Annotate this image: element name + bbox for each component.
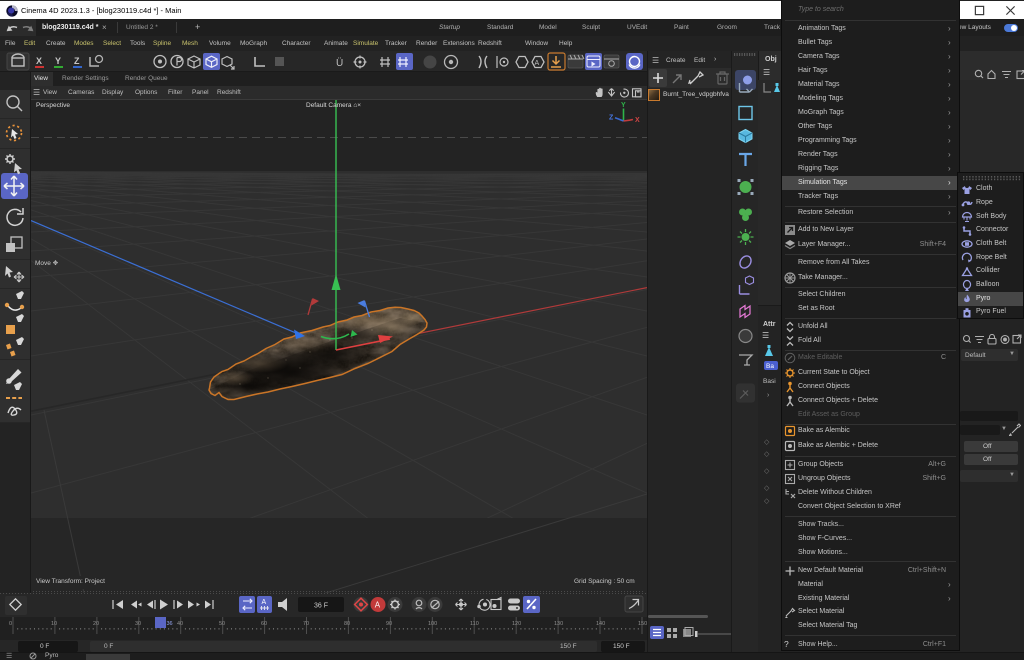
svg-text:A: A [535,60,540,67]
svg-text:20: 20 [93,621,99,627]
svg-text:150: 150 [638,621,647,627]
svg-text:36: 36 [167,621,173,627]
svg-text:Y: Y [621,102,626,109]
svg-text:Y: Y [55,56,61,66]
svg-text:›: › [767,392,770,399]
svg-text:Ü: Ü [336,57,343,69]
svg-text:50: 50 [219,621,225,627]
svg-text:0: 0 [9,621,12,627]
svg-text:140: 140 [596,621,605,627]
svg-text:Z: Z [74,56,80,66]
svg-text:130: 130 [554,621,563,627]
svg-text:80: 80 [344,621,350,627]
svg-text:10: 10 [51,621,57,627]
svg-text:110: 110 [470,621,479,627]
svg-text:100: 100 [428,621,437,627]
svg-text:40: 40 [177,621,183,627]
svg-text:Z: Z [609,115,614,122]
svg-text:A: A [375,601,381,610]
svg-text:90: 90 [386,621,392,627]
svg-text:120: 120 [512,621,521,627]
svg-text:36 F: 36 F [314,603,328,610]
svg-text:Basi: Basi [763,378,776,385]
svg-text:30: 30 [135,621,141,627]
svg-text:70: 70 [303,621,309,627]
svg-text:X: X [635,117,640,124]
svg-text:60: 60 [261,621,267,627]
svg-text:X: X [36,56,42,66]
svg-text:Ba: Ba [766,363,774,370]
svg-text:A: A [262,599,267,606]
